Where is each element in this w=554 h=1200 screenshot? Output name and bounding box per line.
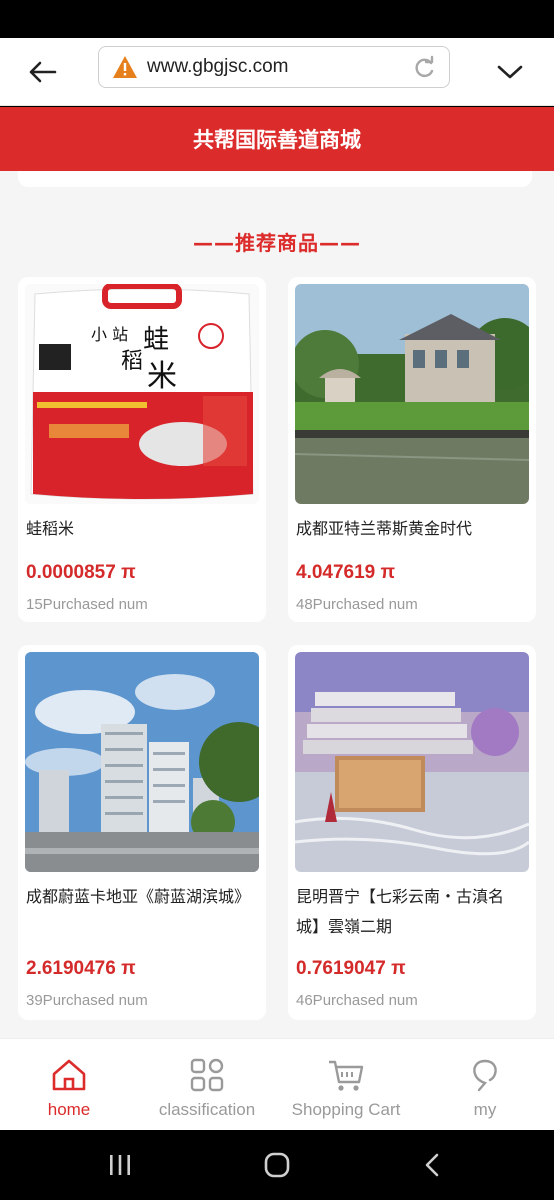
section-title: ——推荐商品—— bbox=[193, 231, 361, 255]
tab-label: classification bbox=[158, 1100, 256, 1119]
product-image[interactable]: 小 站 蛙 稻 米 bbox=[25, 284, 259, 504]
tab-label: Shopping Cart bbox=[291, 1100, 401, 1119]
banner-card-bottom bbox=[18, 171, 532, 187]
tab-classification[interactable]: classification bbox=[138, 1039, 276, 1131]
home-nav-button[interactable] bbox=[257, 1150, 297, 1180]
warning-icon[interactable] bbox=[111, 53, 139, 81]
recent-apps-icon bbox=[110, 1155, 130, 1175]
home-icon bbox=[52, 1059, 86, 1091]
product-name: 蛙稻米 bbox=[26, 519, 75, 538]
recent-apps-button[interactable] bbox=[100, 1150, 140, 1180]
back-button[interactable] bbox=[22, 52, 62, 92]
browser-toolbar: www.gbgjsc.com bbox=[0, 38, 554, 106]
product-name: 成都蔚蓝卡地亚《蔚蓝湖滨城》 bbox=[26, 887, 251, 906]
chevron-down-icon bbox=[497, 65, 523, 79]
product-price: 0.0000857 π bbox=[26, 562, 136, 583]
tab-my[interactable]: my bbox=[416, 1039, 554, 1131]
grid-icon bbox=[190, 1058, 224, 1092]
product-card[interactable]: 昆明晋宁【七彩云南・古滇名城】雲嶺二期 0.7619047 π 46Purcha… bbox=[288, 645, 536, 1020]
back-nav-button[interactable] bbox=[412, 1150, 452, 1180]
product-price: 4.047619 π bbox=[296, 562, 396, 583]
tab-label: my bbox=[473, 1100, 497, 1119]
product-card[interactable]: 小 站 蛙 稻 米 蛙稻米 0.0000857 π 15Purchased nu… bbox=[18, 277, 266, 622]
tab-home[interactable]: home bbox=[0, 1039, 138, 1131]
status-bar bbox=[0, 0, 554, 38]
svg-text:米: 米 bbox=[147, 359, 177, 394]
system-navigation-bar bbox=[0, 1130, 554, 1200]
back-arrow-icon bbox=[29, 61, 57, 83]
purchased-count: 39Purchased num bbox=[26, 992, 148, 1009]
purchased-count: 46Purchased num bbox=[296, 992, 418, 1009]
product-price: 0.7619047 π bbox=[296, 958, 406, 979]
product-image[interactable] bbox=[295, 652, 529, 872]
site-title: 共帮国际善道商城 bbox=[193, 128, 361, 152]
svg-text:蛙: 蛙 bbox=[143, 325, 169, 355]
product-image[interactable] bbox=[25, 652, 259, 872]
bottom-tab-bar: home classification Shopping Cart my bbox=[0, 1038, 554, 1130]
url-text[interactable]: www.gbgjsc.com bbox=[147, 56, 289, 78]
main-content: ——推荐商品—— 小 站 蛙 稻 米 蛙稻米 0.0000857 π 15Pur… bbox=[0, 171, 554, 1038]
product-name: 昆明晋宁【七彩云南・古滇名城】雲嶺二期 bbox=[296, 887, 505, 936]
site-header: 共帮国际善道商城 bbox=[0, 107, 554, 171]
product-image[interactable] bbox=[295, 284, 529, 504]
tab-label: home bbox=[47, 1100, 91, 1119]
user-icon bbox=[473, 1059, 497, 1092]
svg-text:稻: 稻 bbox=[121, 349, 143, 374]
reload-icon[interactable] bbox=[411, 55, 437, 81]
product-price: 2.6190476 π bbox=[26, 958, 136, 979]
address-bar[interactable]: www.gbgjsc.com bbox=[98, 46, 450, 88]
tab-shopping-cart[interactable]: Shopping Cart bbox=[277, 1039, 415, 1131]
purchased-count: 15Purchased num bbox=[26, 596, 148, 613]
menu-dropdown-button[interactable] bbox=[490, 52, 530, 92]
product-card[interactable]: 成都亚特兰蒂斯黄金时代 4.047619 π 48Purchased num bbox=[288, 277, 536, 622]
product-name: 成都亚特兰蒂斯黄金时代 bbox=[296, 519, 473, 538]
cart-icon bbox=[329, 1060, 364, 1091]
svg-text:小 站: 小 站 bbox=[91, 325, 128, 344]
home-circle-icon bbox=[264, 1152, 290, 1178]
purchased-count: 48Purchased num bbox=[296, 596, 418, 613]
chevron-left-icon bbox=[425, 1153, 439, 1177]
product-card[interactable]: 成都蔚蓝卡地亚《蔚蓝湖滨城》 2.6190476 π 39Purchased n… bbox=[18, 645, 266, 1020]
